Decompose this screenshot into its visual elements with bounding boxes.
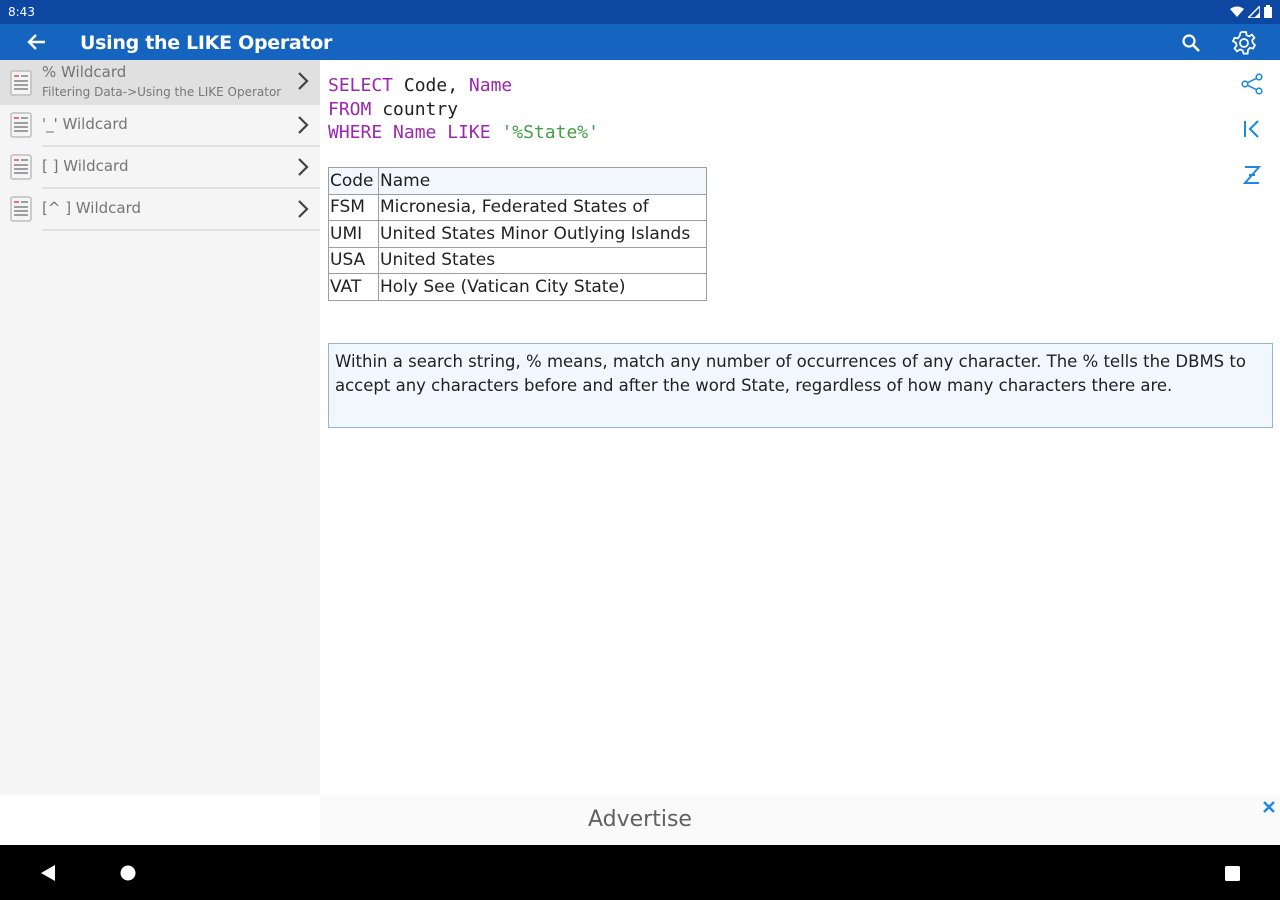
status-time: 8:43 — [8, 5, 35, 19]
table-header-cell: Name — [378, 167, 707, 195]
circle-home-icon — [120, 865, 136, 881]
navigation-bar — [0, 845, 1280, 900]
table-row: FSM Micronesia, Federated States of — [328, 193, 707, 221]
app-bar: Using the LIKE Operator — [0, 24, 1280, 60]
table-row: USA United States — [328, 246, 707, 274]
square-recents-icon — [1224, 865, 1240, 881]
sql-text: country — [371, 98, 459, 120]
sidebar-item-bracket-wildcard[interactable]: [ ] Wildcard — [0, 147, 320, 189]
nav-back-button[interactable] — [34, 859, 62, 887]
sidebar: % Wildcard Filtering Data->Using the LIK… — [0, 60, 320, 795]
sql-text: Code, — [393, 75, 469, 96]
table-header-row: Code Name — [328, 167, 707, 195]
share-button[interactable] — [1238, 70, 1266, 98]
sql-keyword: LIKE — [447, 122, 491, 143]
arrow-left-icon — [27, 34, 45, 50]
sidebar-item-label: [^ ] Wildcard — [42, 199, 142, 217]
sidebar-item-label: % Wildcard — [42, 63, 127, 81]
document-icon — [10, 196, 32, 222]
sidebar-item-negated-bracket-wildcard[interactable]: [^ ] Wildcard — [0, 189, 320, 231]
table-cell: VAT — [328, 273, 379, 301]
table-row: VAT Holy See (Vatican City State) — [328, 273, 707, 301]
ad-close-button[interactable] — [1258, 797, 1280, 817]
table-row: UMI United States Minor Outlying Islands — [328, 220, 707, 248]
sidebar-item-label: '_' Wildcard — [42, 115, 128, 133]
sidebar-item-percent-wildcard[interactable]: % Wildcard Filtering Data->Using the LIK… — [0, 60, 320, 105]
sql-keyword: Name — [393, 122, 437, 143]
skip-first-icon — [1244, 120, 1259, 138]
table-cell: UMI — [328, 220, 379, 248]
table-cell: United States — [378, 246, 707, 274]
status-icons — [1230, 5, 1272, 18]
main-content: SELECT Code, Name FROM country WHERE Nam… — [320, 60, 1280, 795]
table-cell: United States Minor Outlying Islands — [378, 220, 707, 248]
gear-icon — [1231, 31, 1257, 55]
table-cell: FSM — [328, 193, 379, 221]
ad-text: Advertise — [588, 807, 692, 832]
sidebar-item-label: [ ] Wildcard — [42, 157, 129, 175]
sql-keyword: FROM — [328, 98, 372, 120]
status-bar: 8:43 — [0, 0, 1280, 24]
back-button[interactable] — [22, 30, 50, 54]
sidebar-item-sublabel: Filtering Data->Using the LIKE Operator — [42, 85, 282, 99]
page-title: Using the LIKE Operator — [80, 32, 333, 54]
chevron-right-icon — [298, 158, 309, 176]
signal-icon — [1248, 5, 1260, 18]
share-icon — [1241, 73, 1263, 95]
ad-banner[interactable]: Advertise — [320, 795, 1280, 845]
close-icon — [1263, 801, 1275, 813]
triangle-back-icon — [41, 865, 55, 881]
chevron-right-icon — [298, 116, 309, 134]
sql-keyword: WHERE — [328, 122, 383, 143]
sql-keyword: Name — [468, 75, 513, 96]
wifi-icon — [1230, 6, 1244, 17]
first-page-button[interactable] — [1238, 115, 1266, 143]
explanation-note: Within a search string, % means, match a… — [328, 343, 1273, 428]
sql-keyword: SELECT — [328, 75, 394, 96]
search-button[interactable] — [1178, 30, 1204, 56]
sidebar-item-underscore-wildcard[interactable]: '_' Wildcard — [0, 105, 320, 147]
last-page-button[interactable] — [1238, 161, 1266, 189]
table-header-cell: Code — [328, 167, 379, 195]
sql-code-block: SELECT Code, Name FROM country WHERE Nam… — [328, 74, 599, 145]
document-icon — [10, 154, 32, 180]
nav-home-button[interactable] — [114, 859, 142, 887]
chevron-right-icon — [298, 72, 309, 90]
document-icon — [10, 112, 32, 138]
divider — [42, 229, 320, 231]
chevron-right-icon — [298, 200, 309, 218]
sql-string: '%State%' — [501, 122, 599, 143]
sort-z-icon — [1242, 166, 1262, 184]
table-cell: Holy See (Vatican City State) — [378, 273, 707, 301]
table-cell: Micronesia, Federated States of — [378, 193, 707, 221]
document-icon — [10, 70, 32, 96]
battery-icon — [1264, 5, 1272, 18]
nav-recents-button[interactable] — [1218, 859, 1246, 887]
table-cell: USA — [328, 246, 379, 274]
settings-button[interactable] — [1229, 28, 1259, 58]
result-table: Code Name FSM Micronesia, Federated Stat… — [328, 167, 707, 301]
search-icon — [1182, 34, 1200, 52]
